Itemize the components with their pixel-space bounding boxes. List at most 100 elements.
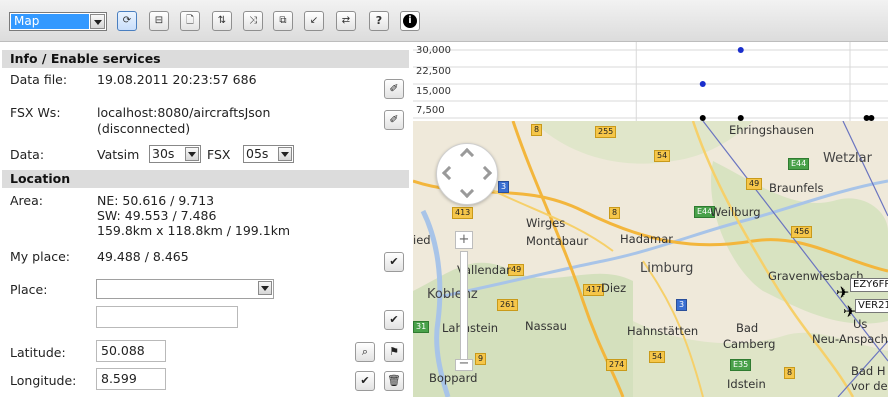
- apply-place-button[interactable]: ✔: [384, 310, 404, 330]
- map-place-label: Lahnstein: [442, 321, 499, 335]
- wrench-icon: ✐: [389, 82, 399, 95]
- map-place-label: Neu-Anspach: [812, 332, 888, 346]
- pan-up-icon[interactable]: [459, 147, 475, 163]
- chart-plot: [413, 42, 888, 121]
- my-place-value: 49.488 / 8.465: [97, 249, 189, 264]
- place-text-input[interactable]: [96, 306, 238, 328]
- sync-button[interactable]: ⇅: [212, 11, 232, 31]
- data-label: Data:: [10, 147, 45, 162]
- window-button[interactable]: ⊟: [149, 11, 169, 31]
- road-shield: 9: [475, 353, 487, 365]
- chevron-down-icon: [90, 14, 105, 29]
- checkmark-icon: ✔: [360, 374, 370, 387]
- road-shield: 8: [531, 124, 543, 136]
- map-place-label: Bad: [736, 321, 759, 335]
- longitude-input[interactable]: 8.599: [96, 368, 166, 390]
- view-select[interactable]: Map: [9, 12, 107, 31]
- road-shield: 456: [791, 226, 813, 238]
- minus-icon: −: [458, 356, 470, 371]
- fsx-interval-select[interactable]: 05s: [243, 145, 294, 163]
- map-place-label: Boppard: [429, 371, 478, 385]
- map-place-label: ied: [413, 233, 431, 247]
- trash-icon: 🗑: [387, 374, 401, 387]
- vatsim-interval-select[interactable]: 30s: [149, 145, 201, 163]
- info-button[interactable]: i: [400, 11, 420, 31]
- data-file-label: Data file:: [10, 72, 68, 87]
- y-tick-label: 7,500: [416, 105, 445, 116]
- edit-fsx-button[interactable]: ✐: [384, 110, 404, 130]
- road-shield: E44: [788, 158, 810, 170]
- zoom-slider[interactable]: [460, 251, 468, 361]
- aircraft-label[interactable]: EZY6FP: [850, 278, 888, 292]
- map-place-label: Diez: [601, 281, 627, 295]
- area-sw: SW: 49.553 / 7.486: [97, 208, 217, 223]
- checkmark-icon: ✔: [389, 255, 399, 268]
- latitude-input[interactable]: 50.088: [96, 340, 166, 362]
- y-tick-label: 22,500: [416, 66, 451, 77]
- road-shield: 54: [649, 351, 666, 363]
- info-section-header: Info / Enable services: [2, 50, 409, 68]
- pan-left-icon[interactable]: [441, 165, 457, 181]
- road-shield: 413: [452, 207, 474, 219]
- refresh-button[interactable]: ⟳: [117, 11, 137, 31]
- collapse-button[interactable]: ↙: [304, 11, 324, 31]
- map-place-label: Montabaur: [526, 234, 589, 248]
- place-label: Place:: [10, 282, 48, 297]
- copy-button[interactable]: ⧉: [273, 11, 293, 31]
- map-pan-control[interactable]: [436, 143, 498, 205]
- sync-icon: ⇅: [217, 15, 227, 26]
- map-place-label: Wirges: [526, 216, 566, 230]
- zoom-in-button[interactable]: +: [455, 231, 473, 249]
- search-icon: ⌕: [361, 345, 369, 358]
- delete-location-button[interactable]: 🗑: [384, 371, 404, 391]
- toolbar: Map ⟳ ⊟ 🗋 ⇅ ⤨ ⧉ ↙ ⇄ ? i: [0, 0, 888, 42]
- road-shield: E35: [730, 359, 752, 371]
- fsx-ws-value: localhost:8080/aircraftsJson: [97, 105, 271, 120]
- aircraft-label[interactable]: VER21: [855, 299, 888, 313]
- pan-down-icon[interactable]: [459, 183, 475, 199]
- vatsim-interval-value: 30s: [152, 146, 175, 161]
- chevron-down-icon: [258, 281, 272, 295]
- fsx-interval-value: 05s: [246, 146, 269, 161]
- y-tick-label: 15,000: [416, 86, 451, 97]
- settings-panel: Info / Enable services Data file: 19.08.…: [0, 42, 411, 397]
- view-select-value: Map: [11, 14, 89, 29]
- map-place-label: Braunfels: [769, 181, 824, 195]
- flag-icon: ⚑: [389, 345, 399, 358]
- road-shield: 31: [413, 321, 430, 333]
- road-shield: 255: [595, 126, 617, 138]
- refresh-icon: ⟳: [122, 15, 132, 26]
- map-place-label: Weilburg: [710, 205, 761, 219]
- shuffle-button[interactable]: ⤨: [243, 11, 263, 31]
- search-location-button[interactable]: ⌕: [355, 342, 375, 362]
- aircraft-icon[interactable]: ✈: [836, 285, 849, 301]
- area-label: Area:: [10, 193, 43, 208]
- road-shield: 8: [784, 367, 796, 379]
- road-shield: 49: [746, 178, 763, 190]
- collapse-icon: ↙: [309, 15, 319, 26]
- flag-location-button[interactable]: ⚑: [384, 342, 404, 362]
- road-shield: 261: [497, 299, 519, 311]
- zoom-handle[interactable]: −: [455, 356, 473, 371]
- road-shield: 3: [676, 299, 688, 311]
- plus-icon: +: [458, 232, 470, 247]
- window-icon: ⊟: [154, 15, 164, 26]
- map-place-label: Wetzlar: [823, 151, 872, 166]
- wrench-icon: ✐: [389, 113, 399, 126]
- altitude-chart: 30,000 22,500 15,000 7,500: [413, 42, 888, 121]
- map-place-label: vor de: [851, 379, 888, 393]
- fsx-ws-status: (disconnected): [97, 121, 191, 136]
- my-place-label: My place:: [10, 249, 70, 264]
- place-select[interactable]: [96, 279, 274, 299]
- apply-location-button[interactable]: ✔: [355, 371, 375, 391]
- set-my-place-button[interactable]: ✔: [384, 252, 404, 272]
- pan-right-icon[interactable]: [477, 165, 493, 181]
- area-size: 159.8km x 118.8km / 199.1km: [97, 223, 291, 238]
- road-shield: 54: [654, 150, 671, 162]
- help-button[interactable]: ?: [369, 11, 389, 31]
- swap-button[interactable]: ⇄: [336, 11, 356, 31]
- info-icon: i: [403, 14, 417, 28]
- page-button[interactable]: 🗋: [180, 11, 200, 31]
- map-view[interactable]: 8 255 54 E44 3 49 413 8 E44 456 49 417 2…: [413, 121, 888, 397]
- edit-data-file-button[interactable]: ✐: [384, 79, 404, 99]
